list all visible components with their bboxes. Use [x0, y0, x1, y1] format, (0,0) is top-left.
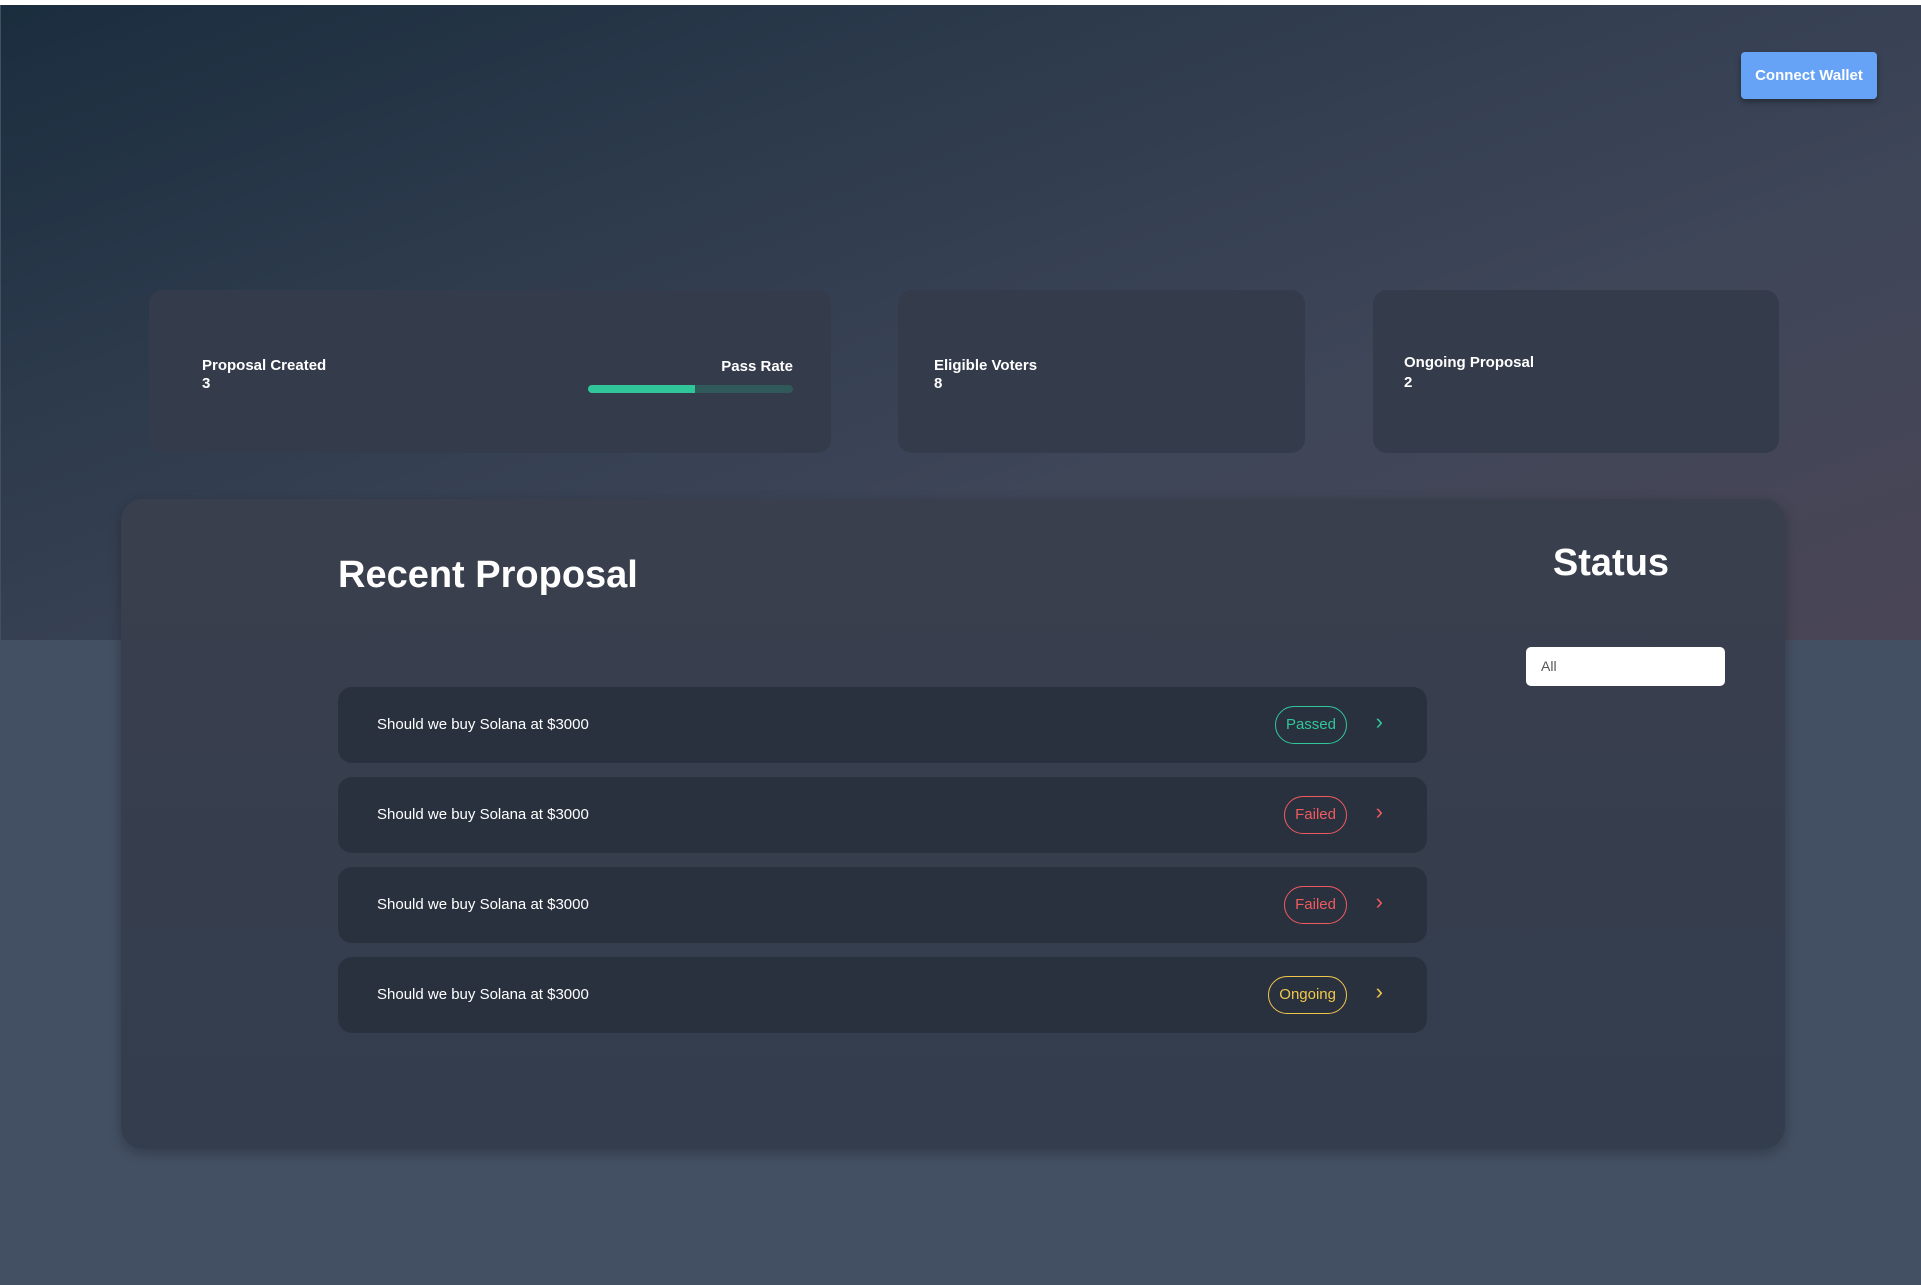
eligible-voters-value: 8 — [934, 375, 943, 392]
ongoing-proposal-card: Ongoing Proposal 2 — [1373, 290, 1779, 453]
pass-rate-label: Pass Rate — [721, 358, 793, 375]
chevron-right-icon[interactable]: › — [1376, 979, 1383, 1005]
status-filter-select[interactable]: All — [1526, 647, 1725, 686]
ongoing-proposal-label: Ongoing Proposal — [1404, 354, 1534, 371]
recent-proposal-title: Recent Proposal — [338, 554, 638, 596]
chevron-right-icon[interactable]: › — [1376, 799, 1383, 825]
proposal-title: Should we buy Solana at $3000 — [377, 806, 589, 823]
eligible-voters-card: Eligible Voters 8 — [898, 290, 1305, 453]
chevron-right-icon[interactable]: › — [1376, 709, 1383, 735]
chevron-right-icon[interactable]: › — [1376, 889, 1383, 915]
proposal-created-card: Proposal Created 3 Pass Rate — [149, 290, 831, 453]
proposal-title: Should we buy Solana at $3000 — [377, 716, 589, 733]
status-badge: Ongoing — [1268, 976, 1347, 1014]
status-badge: Failed — [1284, 886, 1347, 924]
proposal-row[interactable]: Should we buy Solana at $3000 Failed › — [338, 777, 1427, 853]
proposal-row[interactable]: Should we buy Solana at $3000 Failed › — [338, 867, 1427, 943]
proposal-title: Should we buy Solana at $3000 — [377, 986, 589, 1003]
status-badge: Passed — [1274, 706, 1347, 744]
proposal-created-value: 3 — [202, 375, 211, 392]
status-badge: Failed — [1284, 796, 1347, 834]
connect-wallet-button[interactable]: Connect Wallet — [1741, 52, 1877, 99]
pass-rate-fill — [588, 385, 695, 393]
status-title: Status — [1552, 542, 1670, 584]
pass-rate-bar — [588, 385, 793, 393]
recent-proposal-panel: Recent Proposal Status All Should we buy… — [121, 499, 1785, 1149]
proposal-title: Should we buy Solana at $3000 — [377, 896, 589, 913]
proposal-row[interactable]: Should we buy Solana at $3000 Passed › — [338, 687, 1427, 763]
proposal-row[interactable]: Should we buy Solana at $3000 Ongoing › — [338, 957, 1427, 1033]
ongoing-proposal-value: 2 — [1404, 374, 1413, 391]
proposal-created-label: Proposal Created — [202, 357, 327, 374]
eligible-voters-label: Eligible Voters — [934, 357, 1038, 374]
